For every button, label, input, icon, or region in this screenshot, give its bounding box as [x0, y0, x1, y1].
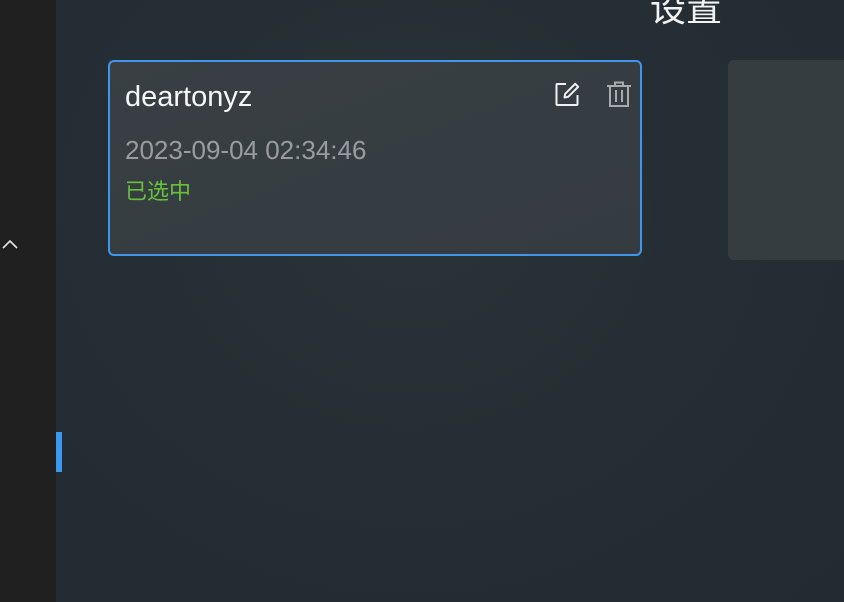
active-nav-indicator [56, 432, 62, 472]
delete-button[interactable] [604, 79, 634, 109]
edit-button[interactable] [552, 79, 582, 109]
account-card[interactable]: deartonyz 2023-09-04 02:34:46 已选中 [108, 60, 642, 256]
sidebar-collapse-toggle[interactable] [0, 234, 20, 252]
chevron-up-icon [0, 234, 20, 252]
page-title: 设置 [650, 0, 723, 30]
left-sidebar [0, 0, 56, 602]
account-timestamp: 2023-09-04 02:34:46 [125, 135, 367, 165]
trash-icon [604, 79, 634, 109]
edit-icon [552, 79, 582, 109]
app-root: 设置 deartonyz 2023-09-04 02:34:46 已选中 [0, 0, 844, 602]
account-name: deartonyz [125, 81, 253, 113]
selected-status: 已选中 [125, 180, 192, 205]
account-card-partial[interactable] [728, 60, 844, 260]
